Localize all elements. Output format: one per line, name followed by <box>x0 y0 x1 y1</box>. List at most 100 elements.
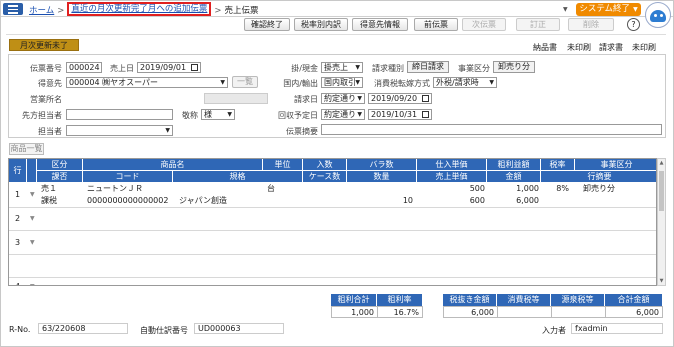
grid-scrollbar[interactable]: ▲ ▼ <box>657 158 666 286</box>
col-header-case: ケース数 <box>303 171 347 183</box>
billing-type-value[interactable]: 締日請求 <box>407 61 449 73</box>
delete-button[interactable]: 削除 <box>568 18 614 31</box>
input-user-label: 入力者 <box>542 326 566 335</box>
col-header-irisu: 入数 <box>303 159 347 171</box>
col-header-kubun: 区分 <box>37 159 83 171</box>
cell-profit: 1,000 <box>516 184 539 193</box>
total-amount: 6,000 <box>605 306 663 318</box>
rno-label: R-No. <box>9 325 31 334</box>
calendar-icon[interactable] <box>422 95 429 102</box>
cell-price[interactable]: 600 <box>417 195 487 206</box>
honorific-select[interactable]: 様 ▼ <box>201 109 235 120</box>
contact-label: 先方担当者 <box>22 111 62 120</box>
customer-select[interactable]: 000004 ㈱ヤオスーパー ▼ <box>66 77 228 88</box>
tax-method-select[interactable]: 外税/請求時 ▼ <box>433 77 497 88</box>
gross-profit-rate-label: 粗利率 <box>377 294 423 306</box>
chevron-down-icon[interactable]: ▼ <box>28 281 37 285</box>
slip-no-field[interactable]: 000024 <box>66 62 102 73</box>
cell-qty[interactable]: 10 <box>347 195 415 206</box>
monthly-status-badge: 月次更新未了 <box>9 39 79 51</box>
cell-cost[interactable]: 500 <box>417 183 487 194</box>
help-icon[interactable]: ? <box>627 18 640 31</box>
staff-select[interactable]: ▼ <box>66 125 173 136</box>
tax-method-label: 消費税転嫁方式 <box>374 79 430 88</box>
billing-date-field[interactable]: 2019/09/20 <box>368 93 432 104</box>
hamburger-menu-icon[interactable] <box>3 3 23 15</box>
sales-date-field[interactable]: 2019/09/01 <box>137 62 201 73</box>
total-amount-label: 合計金額 <box>605 294 663 306</box>
cell-code[interactable]: 0000000000000002 <box>85 195 170 206</box>
scroll-down-icon[interactable]: ▼ <box>658 278 665 284</box>
prev-slip-button[interactable]: 前伝票 <box>414 18 458 31</box>
cell-amount: 6,000 <box>516 196 539 205</box>
tab-product-list[interactable]: 商品一覧 <box>9 143 44 155</box>
withholding-tax-label: 源泉税等 <box>551 294 605 306</box>
chevron-down-icon[interactable]: ▼ <box>28 237 37 248</box>
sales-office-field <box>204 93 268 104</box>
calendar-icon[interactable] <box>191 64 198 71</box>
domestic-label: 国内/輸出 <box>283 79 318 88</box>
invoice-status: 未印刷 <box>632 43 656 52</box>
auto-journal-label: 自動仕訳番号 <box>140 326 188 335</box>
tax-breakdown-button[interactable]: 税率別内訳 <box>294 18 348 31</box>
billing-type-label: 請求種別 <box>372 64 404 73</box>
cash-credit-select[interactable]: 掛売上 ▼ <box>321 62 363 73</box>
contact-field[interactable] <box>66 109 173 120</box>
customer-label: 得意先 <box>38 79 62 88</box>
delivery-note-label: 納品書 <box>533 43 557 52</box>
summary-field[interactable] <box>321 124 662 135</box>
scroll-up-icon[interactable]: ▲ <box>658 160 665 166</box>
chevron-down-icon[interactable]: ▼ <box>28 213 37 224</box>
customer-info-button[interactable]: 得意先情報 <box>352 18 408 31</box>
col-header-product: 商品名 <box>83 159 263 171</box>
business-label: 事業区分 <box>458 64 490 73</box>
cell-business[interactable]: 卸売り分 <box>581 183 617 194</box>
cell-spec[interactable]: ジャパン創造 <box>177 195 229 206</box>
collect-cycle-select[interactable]: 約定通り ▼ <box>321 109 365 120</box>
cell-kahi[interactable]: 課税 <box>39 195 59 206</box>
gross-profit-total-label: 粗利合計 <box>331 294 377 306</box>
customer-list-button[interactable]: 一覧 <box>232 76 258 88</box>
honorific-label: 敬称 <box>182 111 198 120</box>
scroll-thumb[interactable] <box>659 171 664 211</box>
billing-cycle-select[interactable]: 約定通り ▼ <box>321 93 365 104</box>
col-header-qty: 数量 <box>347 171 417 183</box>
col-header-unit: 単位 <box>263 159 303 171</box>
breadcrumb: ホーム > 直近の月次更新完了月への追加伝票 > 売上伝票 <box>29 2 259 16</box>
confirm-finish-button[interactable]: 確認終了 <box>244 18 290 31</box>
invoice-label: 請求書 <box>599 43 623 52</box>
cell-product-name[interactable]: ニュートンＪＲ <box>85 183 145 194</box>
domestic-select[interactable]: 国内取引 ▼ <box>321 77 363 88</box>
system-exit-button[interactable]: システム終了 ▼ <box>576 3 641 16</box>
col-header-code: コード <box>83 171 173 183</box>
col-header-spec: 規格 <box>173 171 303 183</box>
gross-profit-rate: 16.7% <box>377 306 423 318</box>
correct-button[interactable]: 訂正 <box>516 18 560 31</box>
row-no: 4 <box>13 281 22 285</box>
breadcrumb-home[interactable]: ホーム <box>29 6 54 16</box>
input-user-value: fxadmin <box>571 323 663 334</box>
sales-date-label: 売上日 <box>110 64 134 73</box>
next-slip-button[interactable]: 次伝票 <box>462 18 506 31</box>
cell-unit[interactable]: 台 <box>265 183 277 194</box>
staff-label: 担当者 <box>38 127 62 136</box>
col-header-amount: 金額 <box>487 171 541 183</box>
consumption-tax <box>497 306 552 318</box>
cash-credit-label: 掛/現金 <box>291 64 318 73</box>
slip-no-label: 伝票番号 <box>30 64 62 73</box>
col-header-tax: 税率 <box>541 159 575 171</box>
calendar-icon[interactable] <box>422 111 429 118</box>
business-value[interactable]: 卸売り分 <box>493 61 535 73</box>
col-header-price: 売上単価 <box>417 171 487 183</box>
chevron-down-icon[interactable]: ▼ <box>28 189 37 200</box>
breadcrumb-add-slip[interactable]: 直近の月次更新完了月への追加伝票 <box>67 2 212 16</box>
product-grid: 行 区分 商品名 単位 入数 バラ数 仕入単価 粗利益額 税率 事業区分 課否 … <box>8 158 657 286</box>
col-header-bara: バラ数 <box>347 159 417 171</box>
cell-kubun[interactable]: 売１ <box>39 183 59 194</box>
summary-label: 伝票摘要 <box>286 127 318 136</box>
col-header-profit: 粗利益額 <box>487 159 541 171</box>
chevron-down-icon[interactable]: ▼ <box>563 6 568 13</box>
col-header-kahi: 課否 <box>37 171 83 183</box>
collect-date-field[interactable]: 2019/10/31 <box>368 109 432 120</box>
assistant-avatar-icon[interactable] <box>645 2 671 28</box>
